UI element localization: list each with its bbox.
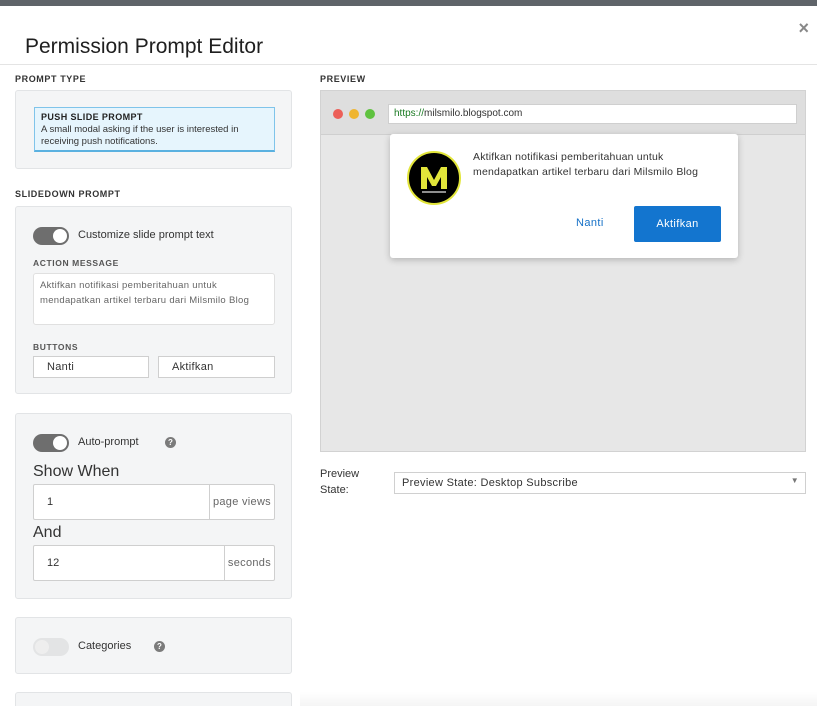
help-icon[interactable]: ? (165, 437, 176, 448)
next-settings-panel (15, 692, 292, 706)
popup-accept-button[interactable]: Aktifkan (634, 206, 721, 242)
bottom-scroll-fade (300, 692, 817, 706)
page-views-unit: page views (208, 485, 274, 519)
auto-prompt-panel: Auto-prompt ? Show When 1 page views And… (15, 413, 292, 599)
categories-label: Categories (78, 640, 132, 652)
title-divider (0, 64, 817, 65)
accept-button-text-input[interactable]: Aktifkan (158, 356, 275, 378)
slide-prompt-popup: Aktifkan notifikasi pemberitahuan untuk … (390, 134, 738, 258)
toggle-knob (53, 436, 67, 450)
slidedown-prompt-heading: SLIDEDOWN PROMPT (15, 189, 121, 199)
preview-state-value: Preview State: Desktop Subscribe (402, 477, 578, 489)
push-slide-prompt-title: PUSH SLIDE PROMPT (41, 112, 143, 122)
seconds-value: 12 (47, 557, 60, 569)
auto-prompt-label: Auto-prompt (78, 436, 139, 448)
customize-text-toggle[interactable] (33, 227, 69, 245)
push-slide-prompt-option[interactable]: PUSH SLIDE PROMPT A small modal asking i… (34, 107, 275, 152)
preview-state-select[interactable]: Preview State: Desktop Subscribe ▼ (394, 472, 806, 494)
cancel-button-text-input[interactable]: Nanti (33, 356, 149, 378)
browser-preview: https://milsmilo.blogspot.com Aktifkan n… (320, 90, 806, 452)
show-when-label: Show When (33, 463, 120, 480)
buttons-label: BUTTONS (33, 342, 79, 352)
customize-text-label: Customize slide prompt text (78, 229, 214, 241)
seconds-unit: seconds (223, 546, 274, 580)
and-label: And (33, 524, 62, 541)
modal-title: Permission Prompt Editor (25, 35, 264, 58)
toggle-knob (53, 229, 67, 243)
close-icon[interactable]: × (798, 18, 809, 39)
chevron-down-icon: ▼ (790, 476, 799, 485)
action-message-textarea[interactable]: Aktifkan notifikasi pemberitahuan untuk … (33, 273, 275, 325)
page-views-value: 1 (47, 496, 54, 508)
site-logo (407, 151, 461, 205)
minimize-dot-icon (349, 109, 359, 119)
categories-panel: Categories ? (15, 617, 292, 674)
close-dot-icon (333, 109, 343, 119)
popup-message: Aktifkan notifikasi pemberitahuan untuk … (473, 151, 699, 178)
action-message-label: ACTION MESSAGE (33, 258, 119, 268)
address-bar: https://milsmilo.blogspot.com (388, 104, 797, 124)
slidedown-prompt-panel: Customize slide prompt text ACTION MESSA… (15, 206, 292, 394)
url-host: milsmilo.blogspot.com (424, 108, 523, 119)
help-icon[interactable]: ? (154, 641, 165, 652)
auto-prompt-toggle[interactable] (33, 434, 69, 452)
maximize-dot-icon (365, 109, 375, 119)
prompt-type-panel: PUSH SLIDE PROMPT A small modal asking i… (15, 90, 292, 169)
permission-prompt-editor-modal: Permission Prompt Editor × PROMPT TYPE P… (0, 6, 817, 706)
browser-toolbar: https://milsmilo.blogspot.com (321, 91, 805, 135)
preview-heading: PREVIEW (320, 74, 366, 84)
page-views-input[interactable]: 1 page views (33, 484, 275, 520)
url-scheme: https:// (394, 108, 425, 119)
preview-state-label: Preview State: (320, 468, 360, 496)
toggle-knob (35, 640, 49, 654)
seconds-input[interactable]: 12 seconds (33, 545, 275, 581)
popup-cancel-button[interactable]: Nanti (576, 217, 604, 229)
push-slide-prompt-description: A small modal asking if the user is inte… (41, 124, 239, 147)
prompt-type-heading: PROMPT TYPE (15, 74, 87, 84)
categories-toggle[interactable] (33, 638, 69, 656)
